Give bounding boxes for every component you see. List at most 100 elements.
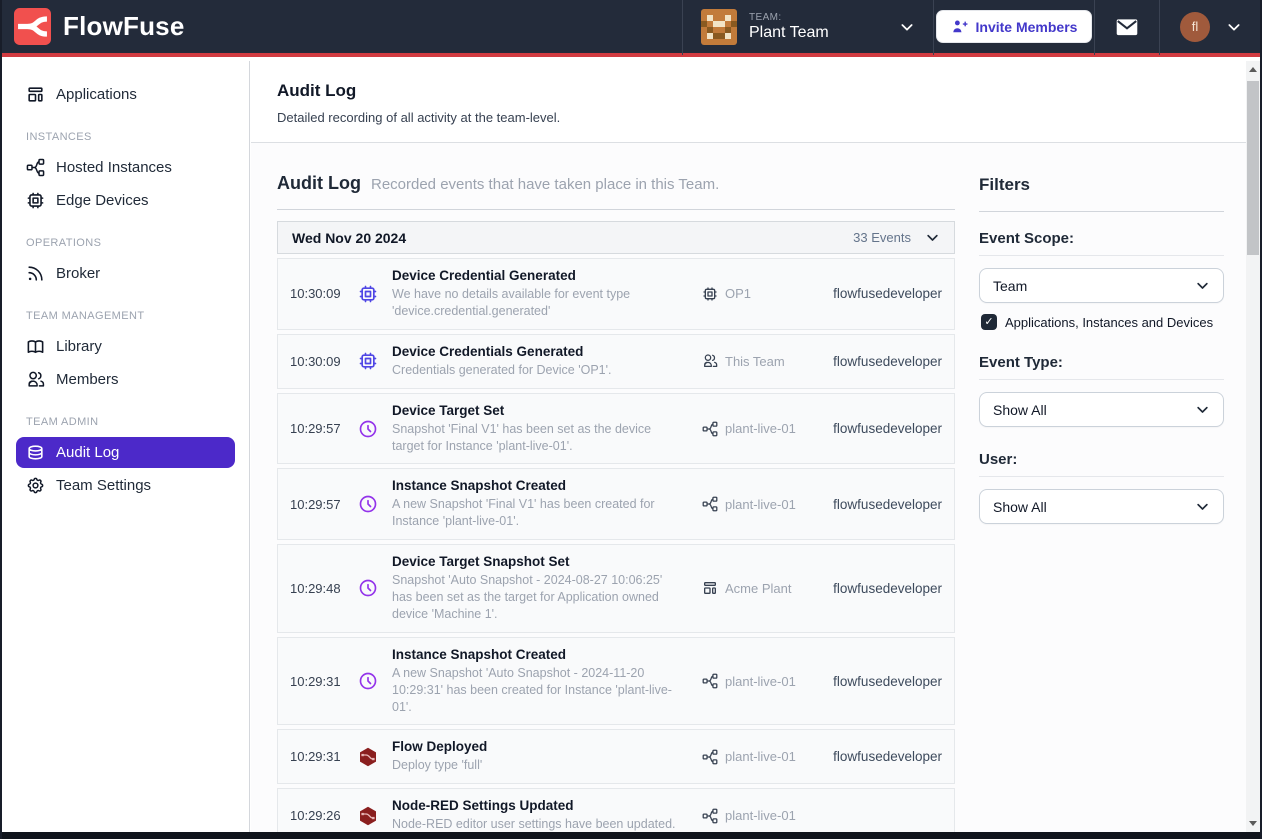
team-meta: TEAM: Plant Team [749, 12, 887, 42]
event-user: flowfusedeveloper [833, 286, 942, 301]
app-window: FlowFuse TEAM: Plant Team Invite Members… [0, 0, 1262, 839]
top-navbar: FlowFuse TEAM: Plant Team Invite Members… [0, 0, 1262, 57]
event-title: Device Target Snapshot Set [392, 554, 684, 569]
user-filter-select[interactable]: Show All [979, 489, 1224, 524]
event-title: Node-RED Settings Updated [392, 798, 684, 813]
event-time: 10:29:57 [290, 421, 344, 436]
card-subtitle: Recorded events that have taken place in… [371, 176, 719, 193]
event-scope: plant-live-01 [702, 421, 833, 437]
event-scope: This Team [702, 353, 833, 369]
event-scope: OP1 [702, 286, 833, 302]
brand: FlowFuse [0, 8, 682, 45]
chevron-down-icon [1195, 402, 1210, 417]
event-description: Credentials generated for Device 'OP1'. [392, 362, 684, 379]
event-body: Instance Snapshot Created A new Snapshot… [392, 647, 684, 716]
instance-icon [702, 749, 718, 765]
invite-members-button[interactable]: Invite Members [936, 10, 1093, 43]
event-body: Flow Deployed Deploy type 'full' [392, 739, 684, 774]
date-group-toggle[interactable]: 33 Events [853, 230, 940, 245]
event-scope-label: plant-live-01 [725, 749, 796, 764]
filters-title: Filters [979, 173, 1224, 195]
event-scope: plant-live-01 [702, 496, 833, 512]
sidebar-section-team-management: TEAM MANAGEMENT [26, 310, 225, 322]
chip-icon [358, 284, 378, 304]
sidebar-item-label: Hosted Instances [56, 159, 172, 176]
filters-panel: Filters Event Scope: Team Applications, … [979, 173, 1224, 832]
event-description: Node-RED editor user settings have been … [392, 816, 684, 832]
sidebar-item-label: Broker [56, 265, 100, 282]
event-description: A new Snapshot 'Final V1' has been creat… [392, 496, 684, 530]
date-label: Wed Nov 20 2024 [292, 230, 406, 246]
audit-event-row: 10:29:57 Device Target Set Snapshot 'Fin… [277, 393, 955, 465]
event-title: Device Credentials Generated [392, 344, 684, 359]
event-title: Instance Snapshot Created [392, 647, 684, 662]
event-title: Device Target Set [392, 403, 684, 418]
sidebar-item-hosted-instances[interactable]: Hosted Instances [16, 152, 235, 183]
vertical-scrollbar[interactable] [1246, 61, 1260, 832]
user-plus-icon [951, 18, 968, 35]
sidebar-item-members[interactable]: Members [16, 364, 235, 395]
event-description: Snapshot 'Auto Snapshot - 2024-08-27 10:… [392, 572, 684, 623]
scrollbar-thumb[interactable] [1247, 81, 1259, 255]
event-scope-select[interactable]: Team [979, 268, 1224, 303]
chevron-down-icon [899, 19, 915, 35]
user-filter-label: User: [979, 451, 1224, 468]
sidebar-item-audit-log[interactable]: Audit Log [16, 437, 235, 468]
event-time: 10:29:48 [290, 581, 344, 596]
event-scope-label: This Team [725, 354, 785, 369]
scrollbar-down-button[interactable] [1246, 815, 1260, 832]
sidebar-item-broker[interactable]: Broker [16, 258, 235, 289]
team-name: Plant Team [749, 24, 887, 42]
scrollbar-up-button[interactable] [1246, 61, 1260, 78]
broadcast-icon [26, 264, 45, 283]
checkbox-checked-icon[interactable] [981, 314, 997, 330]
sidebar-item-library[interactable]: Library [16, 331, 235, 362]
mail-icon [1114, 14, 1140, 40]
event-scope-label: plant-live-01 [725, 674, 796, 689]
event-type-select[interactable]: Show All [979, 392, 1224, 427]
sidebar-item-applications[interactable]: Applications [16, 79, 235, 110]
event-scope: Acme Plant [702, 580, 833, 596]
event-scope-label: Event Scope: [979, 230, 1224, 247]
event-description: Snapshot 'Final V1' has been set as the … [392, 421, 684, 455]
sidebar-item-label: Applications [56, 86, 137, 103]
date-group-header[interactable]: Wed Nov 20 2024 33 Events [277, 221, 955, 254]
instance-icon [26, 158, 45, 177]
notifications-button[interactable] [1095, 0, 1159, 55]
team-label: TEAM: [749, 12, 887, 23]
sidebar-item-label: Audit Log [56, 444, 119, 461]
scope-include-checkbox-row[interactable]: Applications, Instances and Devices [981, 314, 1222, 330]
chevron-down-icon [1226, 19, 1242, 35]
flowfuse-logo-icon [14, 8, 51, 45]
sidebar-item-edge-devices[interactable]: Edge Devices [16, 185, 235, 216]
node-red-icon [358, 806, 378, 826]
event-user: flowfusedeveloper [833, 497, 942, 512]
node-red-icon [358, 747, 378, 767]
event-scope-value: Team [993, 278, 1027, 294]
sidebar-item-label: Edge Devices [56, 192, 149, 209]
audit-event-row: 10:29:31 Instance Snapshot Created A new… [277, 637, 955, 726]
audit-event-row: 10:29:26 Node-RED Settings Updated Node-… [277, 788, 955, 832]
user-menu[interactable]: fl [1160, 0, 1262, 55]
label-divider [979, 255, 1224, 256]
audit-event-row: 10:29:31 Flow Deployed Deploy type 'full… [277, 729, 955, 784]
sidebar-item-team-settings[interactable]: Team Settings [16, 470, 235, 501]
event-scope: plant-live-01 [702, 808, 942, 824]
chip-icon [26, 191, 45, 210]
chevron-down-icon [1195, 278, 1210, 293]
chevron-down-icon [925, 230, 940, 245]
sidebar-section-team-admin: TEAM ADMIN [26, 416, 225, 428]
book-icon [26, 337, 45, 356]
audit-event-row: 10:29:57 Instance Snapshot Created A new… [277, 468, 955, 540]
instance-icon [702, 808, 718, 824]
sidebar: Applications INSTANCES Hosted Instances … [2, 61, 250, 832]
event-title: Device Credential Generated [392, 268, 684, 283]
event-description: Deploy type 'full' [392, 757, 684, 774]
applications-icon [702, 580, 718, 596]
event-user: flowfusedeveloper [833, 354, 942, 369]
event-time: 10:29:31 [290, 749, 344, 764]
audit-event-row: 10:30:09 Device Credential Generated We … [277, 258, 955, 330]
gear-icon [26, 476, 45, 495]
team-selector[interactable]: TEAM: Plant Team [683, 0, 933, 55]
event-body: Node-RED Settings Updated Node-RED edito… [392, 798, 684, 832]
